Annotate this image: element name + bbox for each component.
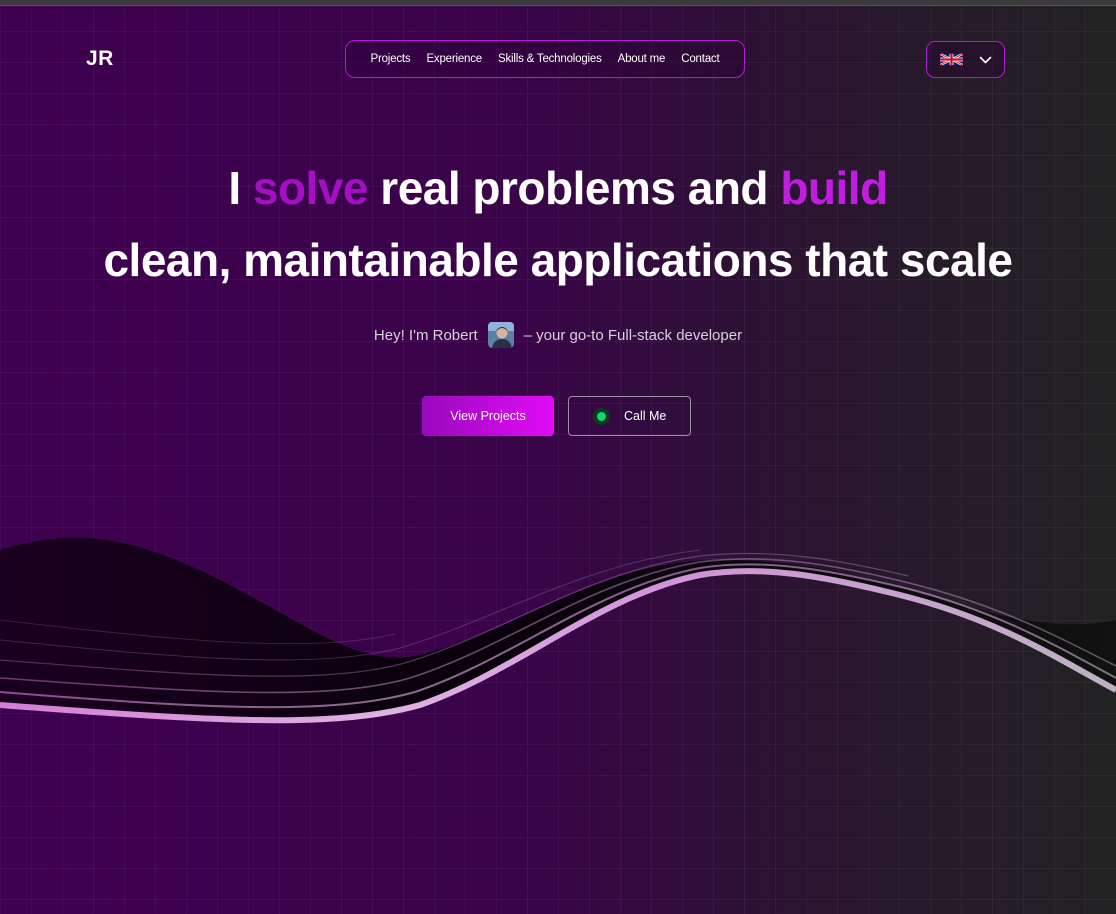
headline-accent-solve: solve bbox=[252, 162, 369, 214]
hero-headline-line-2: clean, maintainable applications that sc… bbox=[103, 234, 1013, 286]
headline-word-i: I bbox=[228, 162, 241, 214]
background-grid bbox=[0, 0, 1116, 914]
intro-greeting: Hey! I'm Robert bbox=[373, 326, 478, 344]
browser-top-edge bbox=[0, 0, 1116, 6]
avatar bbox=[487, 322, 514, 348]
nav-item-projects[interactable]: Projects bbox=[371, 53, 411, 65]
call-me-button[interactable]: Call Me bbox=[568, 396, 691, 436]
headline-accent-build: build bbox=[780, 162, 888, 214]
hero-intro: Hey! I'm Robert – your go-to Full-stack … bbox=[0, 322, 1116, 348]
nav-item-skills[interactable]: Skills & Technologies bbox=[498, 53, 602, 65]
hero-headline-line-1: I solve real problems and build bbox=[0, 165, 1116, 211]
headline-text-middle: real problems and bbox=[380, 162, 769, 214]
nav-item-experience[interactable]: Experience bbox=[426, 53, 482, 65]
site-logo[interactable]: JR bbox=[86, 47, 114, 71]
language-selector[interactable] bbox=[926, 41, 1005, 78]
view-projects-button[interactable]: View Projects bbox=[422, 396, 554, 436]
online-status-icon bbox=[593, 407, 610, 425]
decorative-wave bbox=[0, 537, 1116, 724]
nav-item-contact[interactable]: Contact bbox=[681, 53, 719, 65]
main-navigation: Projects Experience Skills & Technologie… bbox=[345, 40, 745, 78]
call-me-label: Call Me bbox=[624, 409, 667, 423]
chevron-down-icon bbox=[979, 56, 992, 63]
intro-role: – your go-to Full-stack developer bbox=[523, 326, 743, 344]
nav-item-about[interactable]: About me bbox=[618, 53, 666, 65]
uk-flag-icon bbox=[940, 53, 963, 66]
